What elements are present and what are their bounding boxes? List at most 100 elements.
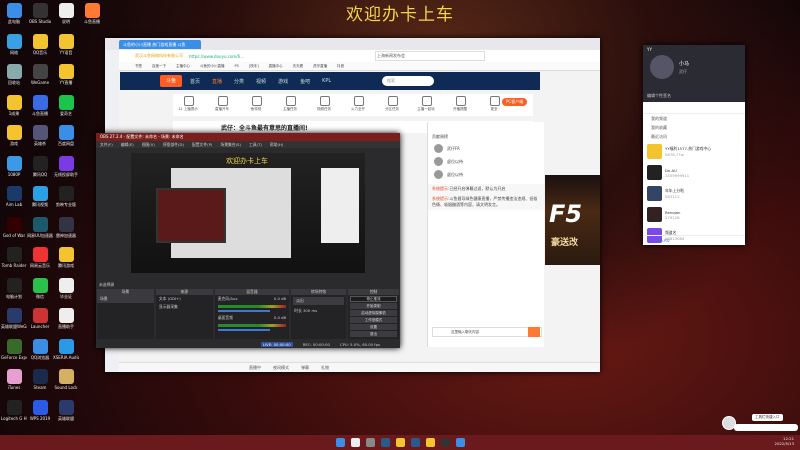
stream-video[interactable]: F5 豪送改 (545, 175, 600, 265)
taskbar-app-icon[interactable] (351, 438, 360, 447)
avatar[interactable] (650, 55, 674, 79)
desktop-icon[interactable]: 英雄杀 (27, 125, 53, 146)
desktop-icon[interactable]: 英雄联盟 (53, 399, 79, 421)
duration-input[interactable]: 300 ms (303, 308, 317, 313)
control-button[interactable]: 退出 (350, 331, 397, 337)
nav-item[interactable]: KPL (322, 78, 331, 84)
desktop-icon[interactable]: 说明 (53, 3, 79, 24)
obs-menu-item[interactable]: 编辑(E) (121, 142, 134, 148)
bookmark[interactable]: 直播中心 (269, 64, 283, 69)
taskbar-app-icon[interactable] (381, 438, 390, 447)
desktop-icon[interactable]: 游戏 (1, 125, 27, 146)
desktop-icon[interactable]: 百度网盘 (53, 125, 79, 146)
control-button[interactable]: 停止推流 (350, 296, 397, 302)
obs-menu-item[interactable]: 场景集合(S) (220, 142, 241, 148)
nav-item[interactable]: 分类 (234, 78, 244, 85)
yy-footer[interactable]: Dn.AU (643, 235, 745, 245)
taskbar-app-icon[interactable] (441, 438, 450, 447)
subnav-item[interactable]: 鱼特别 (241, 94, 271, 116)
subnav-item[interactable]: 视频任务 (309, 94, 339, 116)
desktop-icon[interactable]: OBS Studio (27, 3, 53, 24)
obs-menu-item[interactable]: 配置文件(P) (192, 142, 212, 148)
desktop-icon[interactable]: 电脑计划 (1, 277, 27, 299)
desktop-icon[interactable]: Launcher (27, 308, 53, 329)
desktop-icon[interactable]: 斗鱼直播 (79, 3, 105, 24)
bookmark[interactable]: 斗鱼的小川直播 (200, 64, 225, 69)
desktop-icon[interactable]: 英雄联盟WeGame版 (1, 308, 27, 329)
bookmark[interactable]: [快手] (249, 64, 259, 69)
desktop-icon[interactable]: 微信 (27, 277, 53, 299)
browser-search[interactable]: 上海新闻发布会 (375, 51, 485, 61)
subnav-item[interactable]: 主播一起玩 (411, 94, 441, 116)
desktop-icon[interactable]: 网易云音乐 (27, 247, 53, 268)
desktop-icon[interactable]: 回收站 (1, 64, 27, 85)
desktop-icon[interactable]: God of War (1, 216, 27, 238)
subnav-item[interactable]: 火力全开 (343, 94, 373, 116)
desktop-icon[interactable]: QQ音乐 (27, 33, 53, 55)
nav-item[interactable]: 鱼吧 (300, 78, 310, 85)
desktop-icon[interactable]: WeGame (27, 64, 53, 85)
desktop-icon[interactable]: WPS 2019 (27, 399, 53, 421)
desktop-icon[interactable]: 1080P (1, 155, 27, 177)
bookmark[interactable]: 百度一下 (152, 64, 166, 69)
taskbar-app-icon[interactable] (411, 438, 420, 447)
obs-menu-item[interactable]: 停靠部件(D) (163, 142, 184, 148)
bookmark[interactable]: 虎牙直播 (313, 64, 327, 69)
bookmark[interactable]: PS (235, 64, 239, 68)
desktop-icon[interactable]: Steam (27, 369, 53, 390)
desktop-icon[interactable]: iTunes (1, 369, 27, 390)
obs-menu-item[interactable]: 帮助(H) (270, 142, 283, 148)
desktop-icon[interactable]: Logitech G HUB (1, 399, 27, 421)
control-button[interactable]: 工作室模式 (350, 317, 397, 323)
yy-group[interactable]: 我的频道 (643, 114, 745, 123)
url-field[interactable]: https://www.douyu.com/6... (189, 54, 369, 59)
subnav-item[interactable]: 12 上播提示 (173, 94, 203, 116)
nav-item[interactable]: 首页 (190, 78, 200, 85)
desktop-icon[interactable]: YY语音 (53, 33, 79, 55)
status-item[interactable]: 礼物 (321, 365, 329, 371)
obs-menu-item[interactable]: 工具(T) (249, 142, 262, 148)
notification-widget[interactable]: 工具栏快捷入口 (720, 414, 800, 432)
bookmark[interactable]: 书签 (135, 64, 142, 69)
browser-tab[interactable]: 斗鱼的小川直播 热门游戏直播 斗鱼 (119, 39, 201, 49)
desktop-icon[interactable]: 爱奇艺 (53, 94, 79, 116)
taskbar-app-icon[interactable] (396, 438, 405, 447)
status-item[interactable]: 弹幕 (301, 365, 309, 371)
taskbar-app-icon[interactable] (336, 438, 345, 447)
desktop-icon[interactable]: QQ浏览器 (27, 338, 53, 360)
pc-client-button[interactable]: PC客户端 (502, 98, 528, 106)
desktop-icon[interactable]: 斗鱼直播 (27, 94, 53, 116)
desktop-icon[interactable]: 剪映专业版 (53, 186, 79, 207)
control-button[interactable]: 开始录制 (350, 303, 397, 309)
desktop-icon[interactable]: 无线投屏助手 (53, 155, 79, 177)
subnav-item[interactable]: 主播任务 (275, 94, 305, 116)
yy-tabs[interactable] (643, 102, 745, 114)
yy-channel[interactable]: YY福利1577-热门游戏中心 5876,77w (643, 141, 745, 162)
status-item[interactable]: 夜间模式 (273, 365, 289, 371)
yy-channel[interactable]: 年年上分啦 583112 (643, 183, 745, 204)
subnav-item[interactable]: 直播开车 (207, 94, 237, 116)
desktop-icon[interactable]: 网易UU加速器 (27, 216, 53, 238)
status-item[interactable]: 直播中 (249, 365, 261, 371)
yy-channel[interactable]: Renqian 279126 (643, 204, 745, 225)
desktop-icon[interactable]: Sound Lock (53, 369, 79, 390)
bookmark[interactable]: 抖音 (337, 64, 344, 69)
desktop-icon[interactable]: Aim Lab (1, 186, 27, 207)
bookmark[interactable]: 主播中心 (176, 64, 190, 69)
transition-select[interactable]: 淡出 (293, 297, 345, 305)
nav-item[interactable]: 直播 (212, 78, 222, 85)
source-item[interactable]: 文本 (GDI+) (156, 295, 213, 303)
clock-date[interactable]: 2022/5/13 (775, 441, 794, 446)
send-button[interactable] (528, 327, 540, 337)
taskbar-app-icon[interactable] (456, 438, 465, 447)
desktop-icon[interactable]: Tomb Raider (1, 247, 27, 268)
desktop-icon[interactable]: 腾讯视频 (27, 186, 53, 207)
desktop-icon[interactable]: 此电脑 (1, 3, 27, 24)
desktop-icon[interactable]: 腾讯游戏 (53, 247, 79, 268)
subnav-item[interactable]: 分区任务 (377, 94, 407, 116)
subnav-item[interactable]: 开播提醒 (445, 94, 475, 116)
desktop-icon[interactable]: 腾讯QQ (27, 155, 53, 177)
obs-menu-item[interactable]: 视图(V) (142, 142, 155, 148)
scene-item[interactable]: 场景 (97, 295, 154, 303)
desktop-icon[interactable]: 直播助手 (53, 308, 79, 329)
